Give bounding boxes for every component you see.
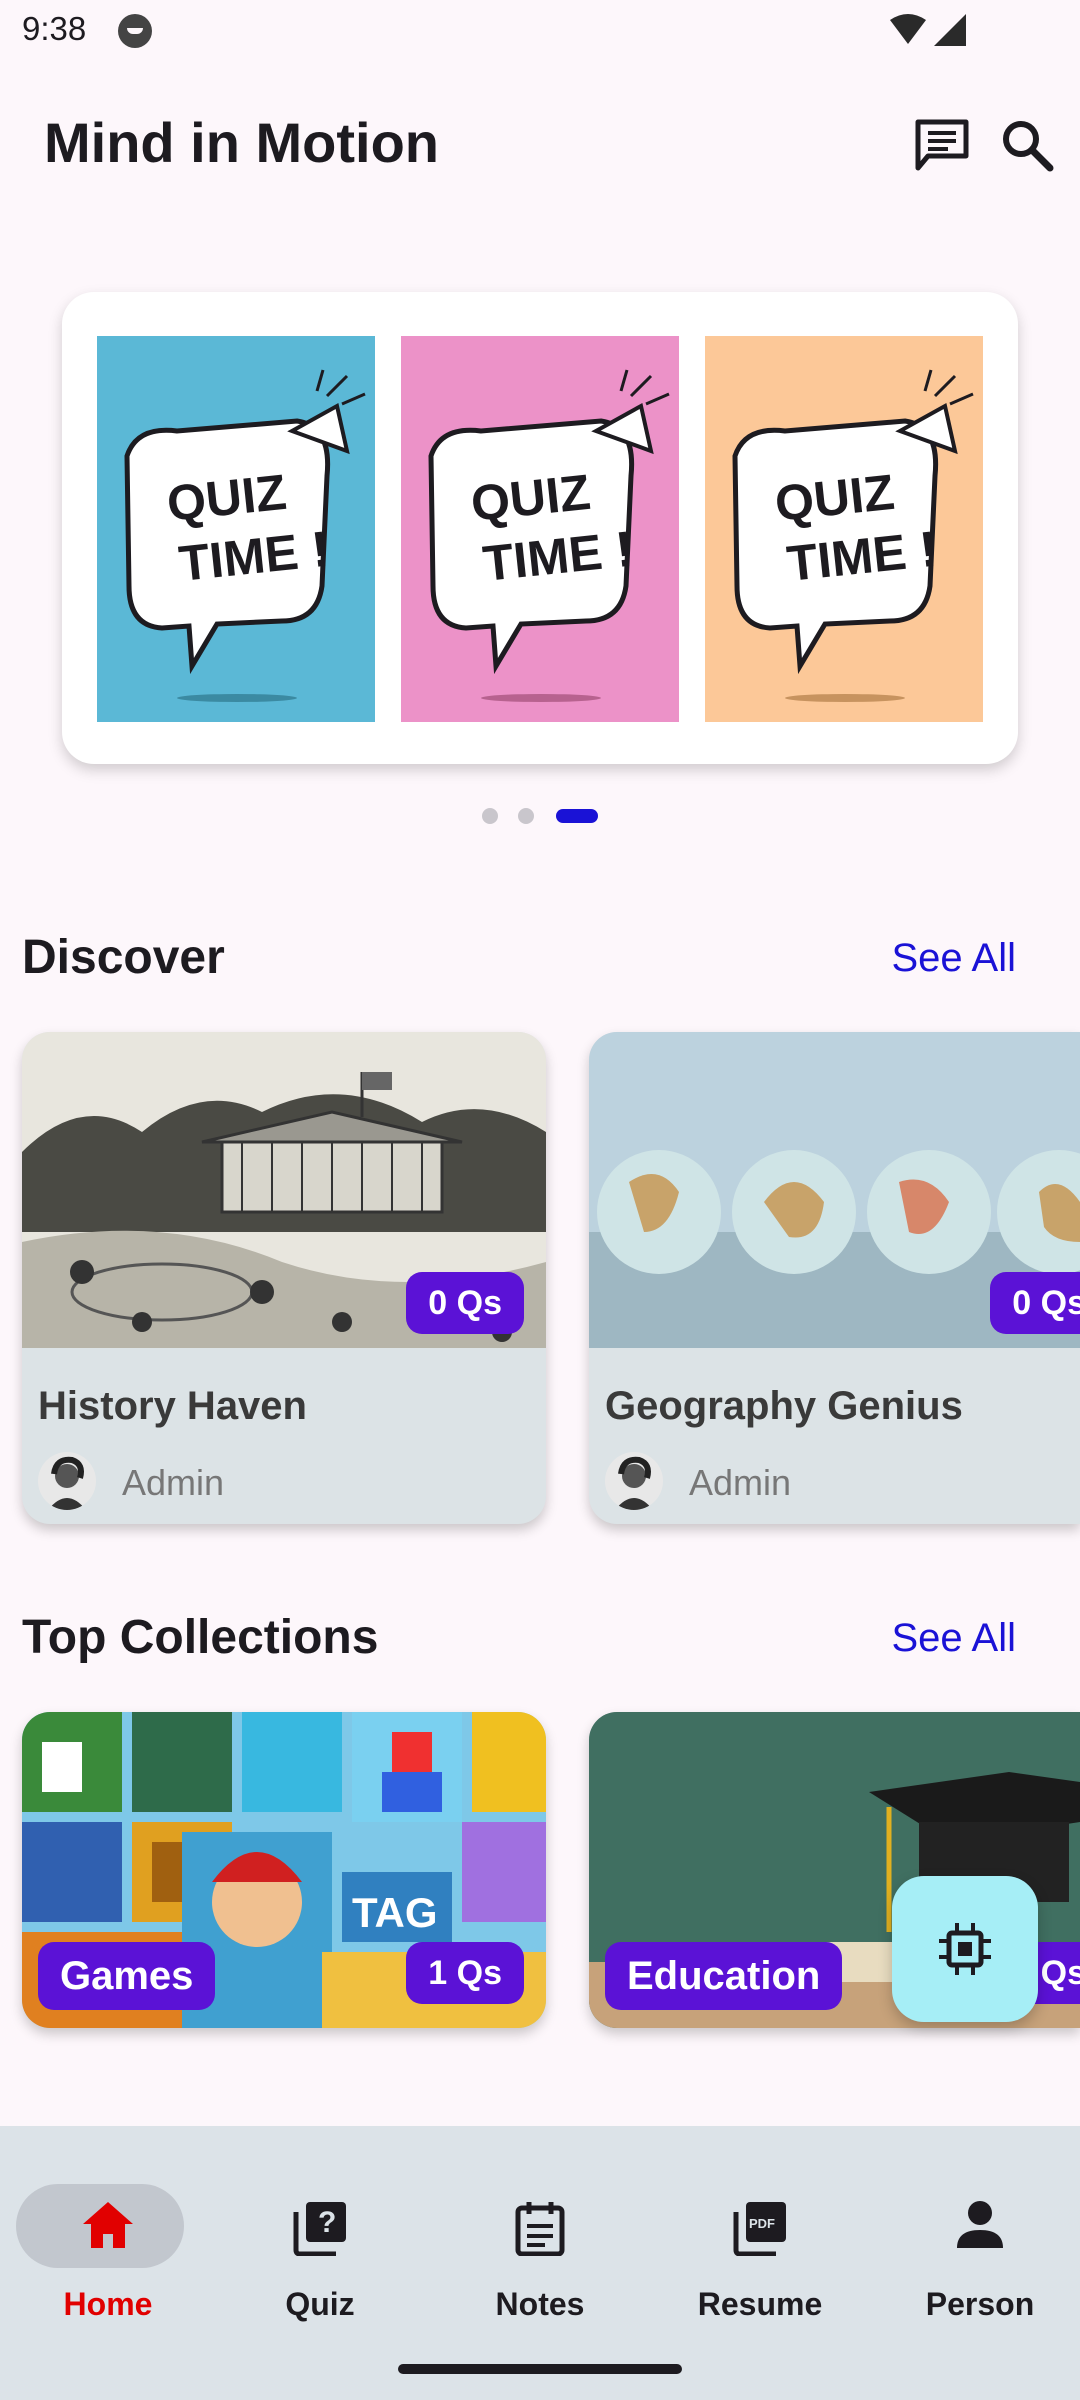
collection-card[interactable]: TAG Games 1 Qs (22, 1712, 546, 2028)
pager-dot[interactable] (482, 808, 498, 824)
pdf-icon: PDF (732, 2200, 788, 2261)
question-count-badge: 0 Qs (406, 1272, 524, 1334)
svg-text:?: ? (318, 2206, 336, 2239)
pager-dot[interactable] (518, 808, 534, 824)
question-count-badge: 1 Qs (406, 1942, 524, 2004)
pager-dot-active[interactable] (556, 809, 598, 823)
quiz-time-banner[interactable]: QUIZ TIME ! (401, 336, 679, 722)
home-icon (81, 2200, 135, 2255)
nav-label: Resume (697, 2286, 823, 2322)
home-indicator[interactable] (398, 2364, 682, 2374)
nav-label: Notes (495, 2286, 585, 2322)
avatar (605, 1452, 663, 1510)
nav-label: Quiz (285, 2286, 355, 2322)
collection-label: Games (38, 1942, 216, 2010)
banner-carousel[interactable]: QUIZ TIME ! QUIZ TIME ! QUIZ TIME ! (62, 292, 1018, 764)
top-collections-title: Top Collections (22, 1611, 379, 1664)
discover-title: Discover (22, 931, 225, 984)
chat-icon[interactable] (914, 118, 970, 177)
svg-text:PDF: PDF (749, 2216, 775, 2231)
quiz-time-banner[interactable]: QUIZ TIME ! (705, 336, 983, 722)
bottom-navigation: Home ? Quiz Notes PDF Resume Person (0, 2126, 1080, 2400)
app-title: Mind in Motion (44, 111, 439, 174)
collections-see-all-link[interactable]: See All (891, 1616, 1016, 1661)
quiz-icon: ? (292, 2200, 348, 2261)
status-time: 9:38 (22, 10, 87, 47)
card-title: History Haven (38, 1384, 307, 1428)
question-count-badge: 0 Qs (990, 1272, 1080, 1334)
person-icon (955, 2200, 1005, 2255)
signal-icons (890, 14, 968, 51)
quiz-card[interactable]: 0 Qs History Haven Admin (22, 1032, 546, 1524)
ai-chip-button[interactable] (892, 1876, 1038, 2022)
collection-label: Education (605, 1942, 843, 2010)
status-bar: 9:38 (0, 0, 1080, 64)
notes-icon (515, 2200, 565, 2261)
carousel-pager[interactable] (0, 808, 1080, 828)
quiz-card[interactable]: 0 Qs Geography Genius Admin (589, 1032, 1080, 1524)
nav-label: Person (925, 2286, 1035, 2322)
avatar (38, 1452, 96, 1510)
notification-app-icon (118, 14, 152, 48)
discover-see-all-link[interactable]: See All (891, 936, 1016, 981)
quiz-time-banner[interactable]: QUIZ TIME ! (97, 336, 375, 722)
card-author: Admin (122, 1462, 225, 1503)
nav-label: Home (63, 2286, 153, 2322)
card-author: Admin (689, 1462, 792, 1503)
chip-icon (939, 1923, 991, 1975)
search-icon[interactable] (1000, 118, 1054, 177)
card-title: Geography Genius (605, 1384, 963, 1428)
svg-text:TAG: TAG (352, 1889, 438, 1936)
